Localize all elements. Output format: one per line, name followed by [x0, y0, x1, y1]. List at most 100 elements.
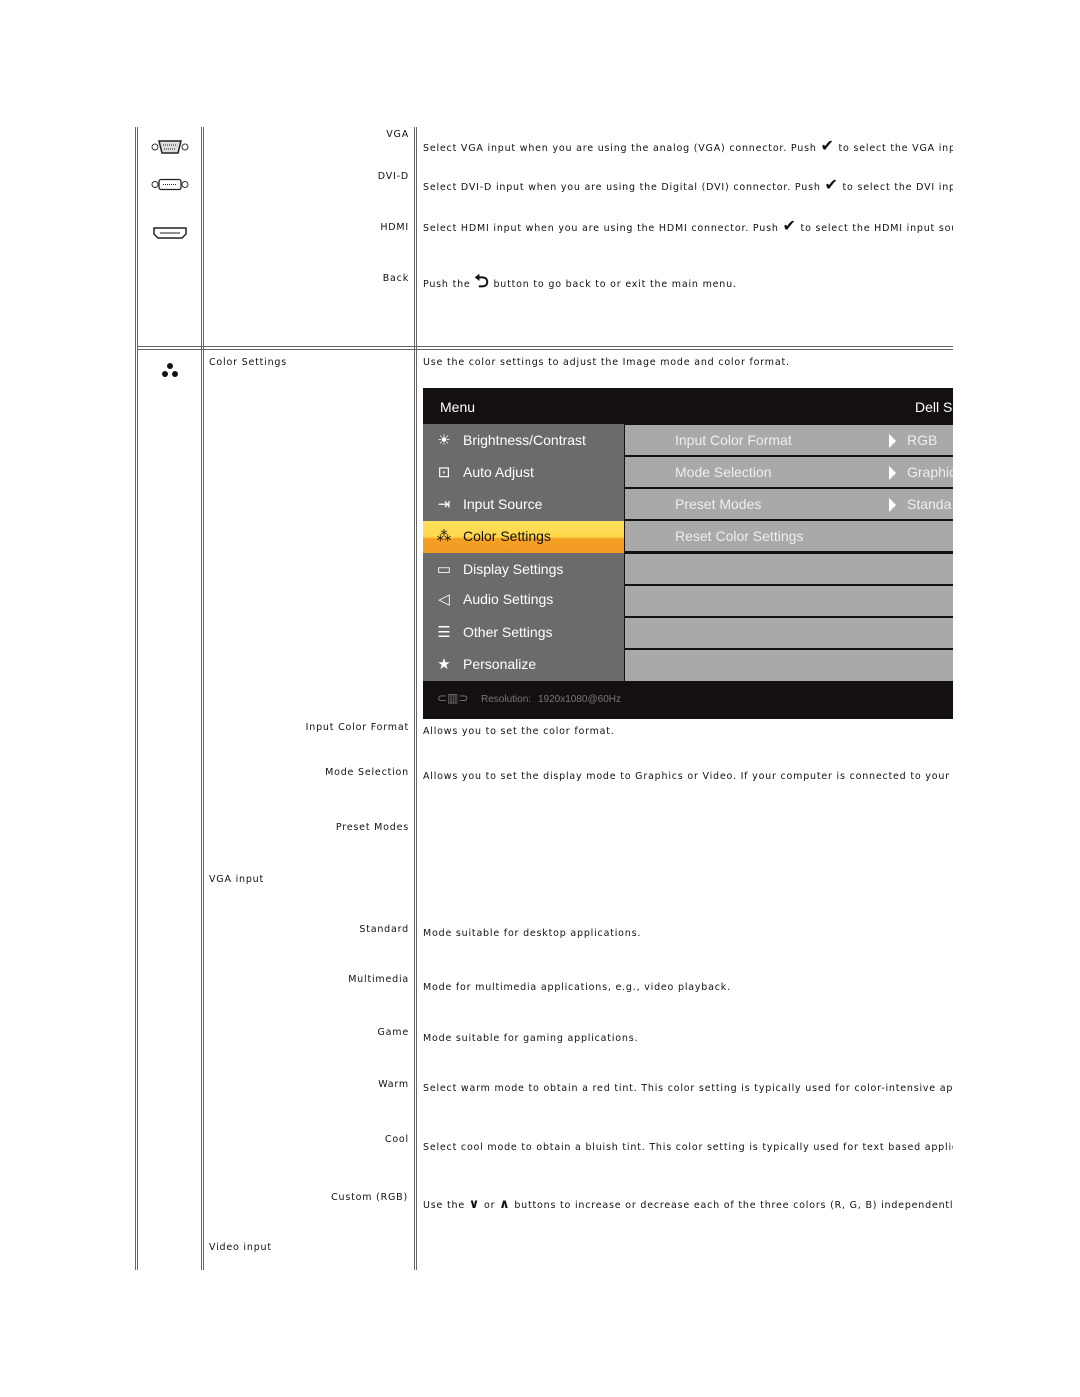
color-settings-icon [162, 363, 178, 377]
other-settings-icon: ☰ [437, 624, 451, 641]
dvi-connector-icon [151, 178, 189, 191]
hdmi-connector-icon [153, 227, 187, 239]
desc-mode-selection: Allows you to set the display mode to Gr… [423, 771, 953, 782]
label-game: Game [377, 1027, 409, 1038]
osd-menu-item: ☰ Other Settings [423, 617, 624, 649]
desc-hdmi: Select HDMI input when you are using the… [423, 216, 953, 235]
osd-submenu-label: Input Color Format [675, 432, 792, 448]
table-border [137, 127, 138, 1270]
label-warm: Warm [378, 1079, 409, 1090]
desc-text: Select VGA input when you are using the … [423, 143, 817, 154]
row-divider [137, 346, 953, 347]
back-arrow-icon: ⮌ [474, 271, 490, 292]
color-settings-icon: ⁂ [436, 528, 452, 545]
desc-text: to select the HDMI input source. [800, 223, 953, 234]
osd-submenu-item: Mode Selection Graphic [625, 457, 953, 487]
desc-game: Mode suitable for gaming applications. [423, 1033, 639, 1044]
osd-menu-label: Input Source [463, 496, 543, 512]
osd-submenu-item: Input Color Format RGB [625, 425, 953, 455]
label-multimedia: Multimedia [348, 974, 409, 985]
desc-text: or [483, 1200, 496, 1211]
resolution-label: Resolution: [481, 694, 532, 705]
osd-menu-screenshot: Menu Dell S ☀ Brightness/Contrast ⊡ Auto A… [423, 388, 953, 719]
triangle-right-icon [889, 498, 896, 512]
osd-submenu-empty [625, 586, 953, 616]
desc-text: Select HDMI input when you are using the… [423, 223, 779, 234]
checkmark-icon: ✔ [824, 175, 839, 194]
desc-standard: Mode suitable for desktop applications. [423, 928, 642, 939]
resolution-value: 1920x1080@60Hz [538, 694, 621, 705]
osd-menu-item: ⊡ Auto Adjust [423, 457, 624, 489]
row-divider [137, 349, 953, 350]
star-icon: ★ [437, 656, 451, 673]
triangle-right-icon [889, 466, 896, 480]
table-border [416, 127, 417, 1270]
osd-menu-label: Color Settings [463, 528, 551, 544]
desc-custom-rgb: Use the ∨ or ∧ buttons to increase or de… [423, 1197, 953, 1212]
label-video-input: Video input [209, 1242, 272, 1253]
osd-submenu-label: Preset Modes [675, 496, 762, 512]
checkmark-icon: ✔ [820, 136, 835, 155]
osd-submenu-empty [625, 650, 953, 681]
desc-text: to select the VGA input source. [838, 143, 953, 154]
label-mode-selection: Mode Selection [325, 767, 409, 778]
osd-menu-label: Audio Settings [463, 591, 554, 607]
desc-input-color-format: Allows you to set the color format. [423, 726, 615, 737]
label-cool: Cool [384, 1134, 409, 1145]
vga-connector-icon [151, 140, 189, 154]
input-source-icon: ⇥ [437, 496, 451, 513]
speaker-icon: ◁ [438, 591, 450, 608]
chevron-down-icon: ∨ [468, 1197, 481, 1212]
label-vga: VGA [386, 129, 409, 140]
desc-text: Select DVI-D input when you are using th… [423, 182, 821, 193]
osd-submenu-item: Reset Color Settings [625, 521, 953, 551]
desc-multimedia: Mode for multimedia applications, e.g., … [423, 982, 731, 993]
auto-adjust-icon: ⊡ [437, 464, 451, 481]
osd-menu-label: Other Settings [463, 624, 553, 640]
osd-submenu-empty [625, 618, 953, 648]
osd-menu-item: ☀ Brightness/Contrast [423, 425, 624, 457]
osd-header-title: Menu [440, 399, 476, 415]
checkmark-icon: ✔ [782, 216, 797, 235]
osd-main-menu: ☀ Brightness/Contrast ⊡ Auto Adjust ⇥ Input… [423, 424, 624, 681]
color-settings-title: Color Settings [209, 357, 287, 368]
osd-menu-item: ★ Personalize [423, 649, 624, 681]
label-back: Back [382, 273, 409, 284]
table-border [414, 127, 415, 1270]
osd-submenu-value: Standa [907, 496, 952, 512]
vga-connector-icon: ⊂▥⊃ [437, 691, 469, 705]
label-input-color-format: Input Color Format [305, 722, 409, 733]
osd-menu-label: Auto Adjust [463, 464, 534, 480]
table-border [203, 127, 204, 1270]
label-standard: Standard [359, 924, 409, 935]
desc-cool: Select cool mode to obtain a bluish tint… [423, 1142, 953, 1153]
triangle-right-icon [889, 434, 896, 448]
osd-menu-item-selected: ⁂ Color Settings [423, 521, 624, 553]
color-settings-intro: Use the color settings to adjust the Ima… [423, 357, 790, 368]
desc-warm: Select warm mode to obtain a red tint. T… [423, 1083, 953, 1094]
osd-footer: ⊂▥⊃ Resolution: 1920x1080@60Hz [423, 681, 953, 719]
osd-submenu-label: Reset Color Settings [675, 528, 804, 544]
osd-menu-item: ◁ Audio Settings [423, 584, 624, 616]
osd-menu-item: ▭ Display Settings [423, 554, 624, 586]
desc-text: to select the DVI input source. [842, 182, 953, 193]
desc-vga: Select VGA input when you are using the … [423, 136, 953, 155]
desc-back: Push the ⮌ button to go back to or exit … [423, 269, 953, 299]
label-hdmi: HDMI [380, 222, 409, 233]
osd-submenu-empty [625, 554, 953, 584]
osd-submenu-value: RGB [907, 432, 938, 448]
desc-text: button to go back to or exit the main me… [493, 279, 737, 290]
osd-submenu-label: Mode Selection [675, 464, 772, 480]
label-preset-modes: Preset Modes [335, 822, 409, 833]
table-border [201, 127, 202, 1270]
label-dvi-d: DVI-D [377, 171, 409, 182]
osd-header-brand: Dell S [915, 399, 953, 415]
display-settings-icon: ▭ [436, 561, 452, 578]
chevron-up-icon: ∧ [499, 1197, 511, 1212]
page: VGA DVI-D HDMI Back Select VGA input whe… [0, 0, 1080, 1397]
table-border [135, 127, 136, 1270]
desc-dvi: Select DVI-D input when you are using th… [423, 175, 953, 194]
label-custom-rgb: Custom (RGB) [331, 1192, 408, 1203]
osd-submenu-item: Preset Modes Standa [625, 489, 953, 519]
osd-menu-label: Brightness/Contrast [463, 432, 586, 448]
